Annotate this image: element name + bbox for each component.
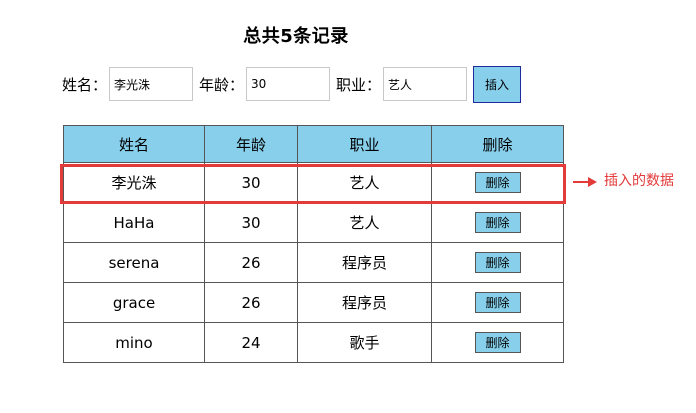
cell-age: 30 [204,202,298,243]
cell-age: 30 [204,162,298,203]
table-row: 李光洙 30 艺人 删除 [63,162,564,203]
name-input[interactable] [109,67,194,101]
column-header-name: 姓名 [63,125,205,163]
cell-job: 程序员 [297,242,432,283]
cell-job: 歌手 [297,322,432,363]
delete-button[interactable]: 删除 [474,292,521,313]
cell-name: HaHa [63,202,205,243]
table-header-row: 姓名 年龄 职业 删除 [63,125,564,163]
job-input[interactable] [383,67,468,101]
cell-age: 24 [204,322,298,363]
cell-delete: 删除 [431,242,564,283]
cell-age: 26 [204,282,298,323]
annotation-label: 插入的数据 [604,173,674,189]
arrow-right-icon [573,177,597,187]
page-title: 总共5条记录 [243,26,349,47]
delete-button[interactable]: 删除 [474,332,521,353]
cell-delete: 删除 [431,322,564,363]
cell-delete: 删除 [431,202,564,243]
column-header-age: 年龄 [204,125,298,163]
records-table: 姓名 年龄 职业 删除 李光洙 30 艺人 删除 HaHa 30 艺人 删除 s… [63,125,564,363]
cell-age: 26 [204,242,298,283]
delete-button[interactable]: 删除 [474,252,521,273]
cell-name: grace [63,282,205,323]
cell-name: 李光洙 [63,162,205,203]
cell-delete: 删除 [431,162,564,203]
cell-name: serena [63,242,205,283]
table-row: HaHa 30 艺人 删除 [63,202,564,243]
delete-button[interactable]: 删除 [474,172,521,193]
cell-job: 程序员 [297,282,432,323]
column-header-job: 职业 [297,125,432,163]
cell-name: mino [63,322,205,363]
age-label: 年龄： [199,75,245,94]
cell-job: 艺人 [297,162,432,203]
column-header-delete: 删除 [431,125,564,163]
name-label: 姓名： [62,75,108,94]
cell-job: 艺人 [297,202,432,243]
table-row: grace 26 程序员 删除 [63,282,564,323]
table-row: serena 26 程序员 删除 [63,242,564,283]
job-label: 职业： [336,75,382,94]
insert-button[interactable]: 插入 [473,65,522,103]
insert-form: 姓名： 年龄： 职业： 插入 [62,65,522,103]
delete-button[interactable]: 删除 [474,212,521,233]
cell-delete: 删除 [431,282,564,323]
table-row: mino 24 歌手 删除 [63,322,564,363]
age-input[interactable] [246,67,331,101]
